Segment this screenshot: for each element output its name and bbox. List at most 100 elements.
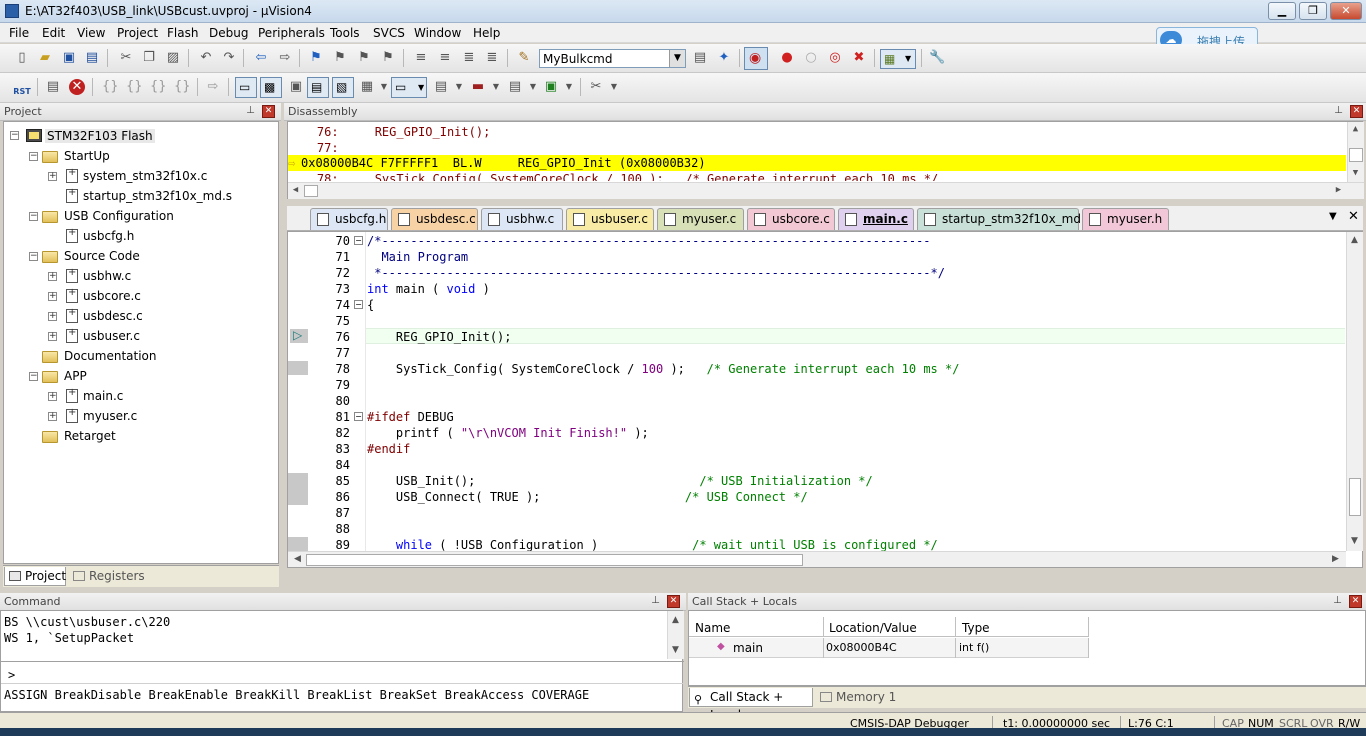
disasm-vertical-scrollbar[interactable]: ▲ ▼ [1347,122,1364,182]
scroll-down-icon[interactable]: ▼ [1348,168,1363,178]
tree-file-system-stm32f10x[interactable]: system_stm32f10x.c [83,169,207,183]
start-debug-button[interactable]: ◉ [744,47,768,70]
paste-icon[interactable]: ▨ [165,50,181,66]
pin-icon[interactable]: ⊥ [649,595,662,608]
tree-file-myuser[interactable]: myuser.c [83,409,137,423]
menu-debug[interactable]: Debug [209,26,248,40]
column-name[interactable]: Name [695,621,730,635]
expand-icon[interactable]: + [48,292,57,301]
step-out-icon[interactable]: {} [150,79,167,95]
callstack-row[interactable]: ◆ main 0x08000B4C int f() [689,638,1089,658]
copy-icon[interactable]: ❐ [141,50,157,66]
scroll-right-icon[interactable]: ▶ [1328,554,1343,564]
scroll-thumb[interactable] [304,185,318,197]
tree-file-usbuser[interactable]: usbuser.c [83,329,140,343]
pin-icon[interactable]: ⊥ [1331,595,1344,608]
tree-file-usbcore[interactable]: usbcore.c [83,289,141,303]
command-window-button[interactable]: ▭ [235,77,257,98]
tree-group-documentation[interactable]: Documentation [64,349,157,363]
menu-window[interactable]: Window [414,26,461,40]
unindent-icon[interactable]: ≡ [437,50,453,66]
scroll-thumb[interactable] [1349,148,1363,162]
close-tab-icon[interactable]: ✕ [1348,209,1359,224]
expand-icon[interactable]: + [48,392,57,401]
editor-horizontal-scrollbar[interactable]: ◀ ▶ [288,551,1346,567]
uncomment-icon[interactable]: ≣ [484,50,500,66]
tree-group-source-code[interactable]: Source Code [64,249,140,263]
tree-group-usb-configuration[interactable]: USB Configuration [64,209,174,223]
step-icon[interactable]: {} [102,79,119,95]
scroll-thumb[interactable] [306,554,803,566]
collapse-icon[interactable]: − [29,152,38,161]
pin-icon[interactable]: ⊥ [1332,105,1345,118]
expand-icon[interactable]: + [48,312,57,321]
tab-myuser-c[interactable]: myuser.c [657,208,744,230]
scroll-up-icon[interactable]: ▲ [668,615,683,625]
memory-window-button[interactable]: ▭ ▼ [391,77,427,98]
step-over-icon[interactable]: {} [126,79,143,95]
disassembly-window-button[interactable]: ▩ [260,77,282,98]
bookmark-next-icon[interactable]: ⚑ [356,50,372,66]
tree-file-usbhw[interactable]: usbhw.c [83,269,131,283]
debug-settings-icon[interactable]: ✦ [716,50,732,66]
find-in-files-icon[interactable]: ✎ [516,50,532,66]
tree-group-retarget[interactable]: Retarget [64,429,116,443]
breakpoint-kill-all-icon[interactable]: ✖ [851,50,867,66]
scroll-right-icon[interactable]: ▶ [1331,185,1346,195]
command-window[interactable]: BS \\cust\usbuser.c\220 WS 1, `SetupPack… [0,610,684,712]
run-icon[interactable]: ▤ [45,79,61,95]
tab-usbuser-c[interactable]: usbuser.c [566,208,654,230]
menu-tools[interactable]: Tools [330,26,360,40]
editor-vertical-scrollbar[interactable]: ▲ ▼ [1346,232,1363,551]
configure-icon[interactable]: 🔧 [929,50,945,66]
scroll-down-icon[interactable]: ▼ [668,645,683,655]
collapse-icon[interactable]: − [29,372,38,381]
bookmark-icon[interactable]: ⚑ [308,50,324,66]
fold-icon[interactable]: − [354,412,363,421]
tree-file-usbcfg[interactable]: usbcfg.h [83,229,134,243]
indent-icon[interactable]: ≡ [413,50,429,66]
pin-icon[interactable]: ⊥ [244,105,257,118]
command-scrollbar[interactable]: ▲ ▼ [667,611,684,659]
scroll-down-icon[interactable]: ▼ [1347,536,1362,546]
column-type[interactable]: Type [962,621,990,635]
menu-file[interactable]: File [9,26,29,40]
menu-project[interactable]: Project [117,26,158,40]
tree-file-main[interactable]: main.c [83,389,123,403]
tab-registers[interactable]: Registers [69,567,145,586]
code-editor[interactable]: ▷ 70− 71 72 73 74− 75 76 77 78 79 80 81−… [287,231,1363,568]
cut-icon[interactable]: ✂ [118,50,134,66]
menu-edit[interactable]: Edit [42,26,65,40]
tab-myuser-h[interactable]: myuser.h [1082,208,1169,230]
scroll-thumb[interactable] [1349,478,1361,516]
tree-group-app[interactable]: APP [64,369,87,383]
watch-window-icon[interactable]: ▦ [359,79,375,95]
close-icon[interactable]: ✕ [262,105,275,118]
fold-icon[interactable]: − [354,300,363,309]
comment-icon[interactable]: ≣ [461,50,477,66]
reset-button[interactable]: RST [11,77,33,98]
redo-icon[interactable]: ↷ [221,50,237,66]
menu-peripherals[interactable]: Peripherals [258,26,325,40]
tab-usbhw-c[interactable]: usbhw.c [481,208,563,230]
close-icon[interactable]: ✕ [1350,105,1363,118]
chevron-down-icon[interactable]: ▼ [525,79,541,95]
bookmark-prev-icon[interactable]: ⚑ [332,50,348,66]
expand-icon[interactable]: + [48,272,57,281]
chevron-down-icon[interactable]: ▼ [451,79,467,95]
scroll-up-icon[interactable]: ▲ [1348,124,1363,134]
system-viewer-icon[interactable]: ▣ [543,79,559,95]
navigate-forward-icon[interactable]: ⇨ [277,50,293,66]
menu-help[interactable]: Help [473,26,500,40]
trace-window-icon[interactable]: ▤ [507,79,523,95]
minimize-button[interactable]: ▁ [1268,2,1296,20]
collapse-icon[interactable]: − [10,131,19,140]
target-select[interactable]: MyBulkcmd ▼ [539,49,686,68]
disasm-horizontal-scrollbar[interactable]: ◀ ▶ [288,182,1364,199]
tab-project[interactable]: Project [4,567,66,586]
command-input[interactable]: > [1,665,684,683]
toolbox-icon[interactable]: ✂ [588,79,604,95]
find-icon[interactable]: ▤ [692,50,708,66]
tab-usbdesc-c[interactable]: usbdesc.c [391,208,478,230]
tree-file-usbdesc[interactable]: usbdesc.c [83,309,143,323]
